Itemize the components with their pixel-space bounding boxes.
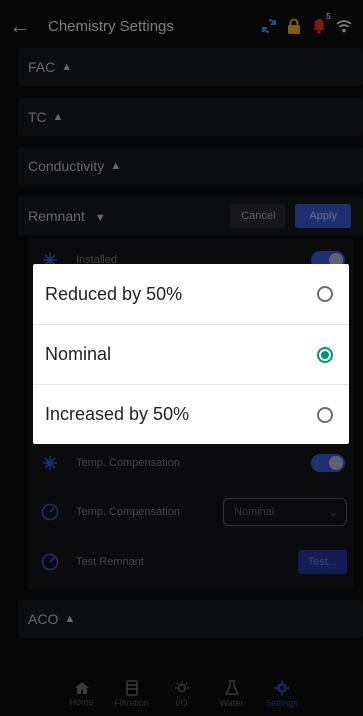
temp-compensation-options-dialog: Reduced by 50% Nominal Increased by 50% [33, 264, 349, 444]
option-label: Increased by 50% [45, 404, 190, 424]
option-label: Nominal [45, 344, 112, 364]
option-label: Reduced by 50% [45, 283, 183, 304]
option-reduced[interactable]: Reduced by 50% [33, 264, 349, 324]
option-nominal[interactable]: Nominal [33, 324, 349, 384]
radio-button[interactable] [317, 406, 333, 423]
radio-button[interactable] [317, 286, 333, 302]
option-increased[interactable]: Increased by 50% [33, 384, 349, 444]
radio-button-selected[interactable] [317, 346, 333, 363]
